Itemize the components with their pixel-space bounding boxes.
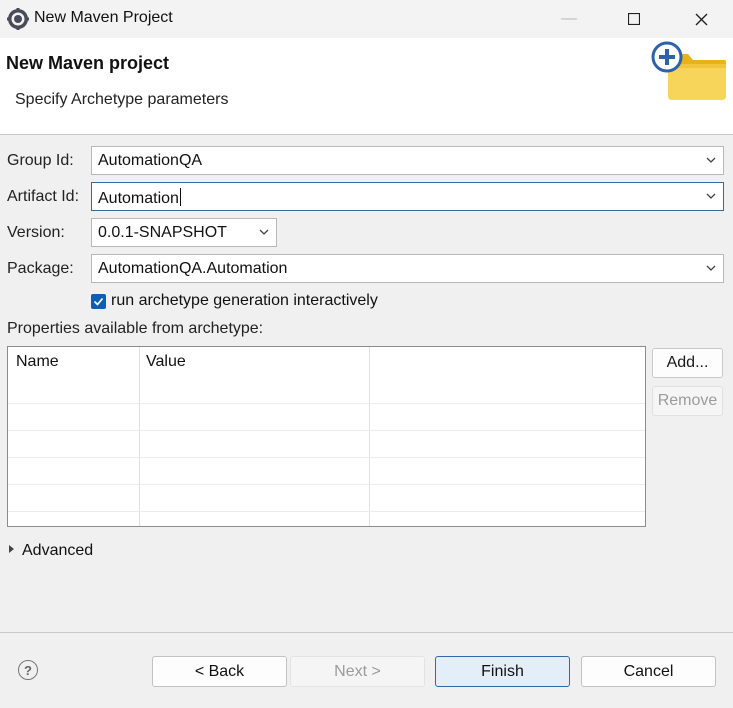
row-divider xyxy=(8,511,645,512)
properties-label: Properties available from archetype: xyxy=(7,320,264,337)
group-id-value: AutomationQA xyxy=(98,152,203,169)
add-button[interactable]: Add... xyxy=(652,348,723,378)
minimize-button[interactable]: — xyxy=(546,0,592,38)
column-header-value[interactable]: Value xyxy=(146,353,186,371)
text-caret xyxy=(179,188,181,206)
package-value: AutomationQA.Automation xyxy=(98,260,288,277)
group-id-combo[interactable]: AutomationQA xyxy=(91,146,724,175)
checkmark-icon xyxy=(93,297,104,306)
group-id-label: Group Id: xyxy=(7,152,74,169)
page-title: New Maven project xyxy=(6,53,170,73)
interactive-checkbox[interactable] xyxy=(91,294,106,309)
expand-triangle-icon xyxy=(9,545,14,553)
close-button[interactable] xyxy=(678,0,724,38)
chevron-down-icon xyxy=(706,157,716,163)
version-label: Version: xyxy=(7,224,65,241)
column-divider xyxy=(139,347,140,526)
next-button[interactable]: Next > xyxy=(290,656,425,687)
help-icon[interactable]: ? xyxy=(18,660,38,680)
artifact-id-value: Automation xyxy=(98,190,179,207)
cancel-button[interactable]: Cancel xyxy=(581,656,716,687)
advanced-label: Advanced xyxy=(22,542,94,559)
chevron-down-icon xyxy=(706,193,716,199)
new-folder-plus-icon xyxy=(651,41,726,100)
advanced-section-toggle[interactable]: Advanced xyxy=(9,542,93,560)
footer-divider xyxy=(0,632,733,633)
eclipse-gear-icon xyxy=(7,8,29,30)
artifact-id-combo[interactable]: Automation xyxy=(91,182,724,211)
row-divider xyxy=(8,403,645,404)
maximize-button[interactable] xyxy=(611,0,657,38)
package-combo[interactable]: AutomationQA.Automation xyxy=(91,254,724,283)
close-icon xyxy=(695,13,707,25)
wizard-header: New Maven project Specify Archetype para… xyxy=(0,38,733,135)
chevron-down-icon xyxy=(706,265,716,271)
row-divider xyxy=(8,430,645,431)
interactive-checkbox-label[interactable]: run archetype generation interactively xyxy=(111,292,378,310)
page-subtitle: Specify Archetype parameters xyxy=(15,91,229,108)
maximize-icon xyxy=(628,13,640,25)
version-value: 0.0.1-SNAPSHOT xyxy=(98,224,227,241)
back-button[interactable]: < Back xyxy=(152,656,287,687)
title-bar: New Maven Project — xyxy=(0,0,733,38)
remove-button[interactable]: Remove xyxy=(652,386,723,416)
column-divider xyxy=(369,347,370,526)
artifact-id-label: Artifact Id: xyxy=(7,188,80,205)
row-divider xyxy=(8,457,645,458)
column-header-name[interactable]: Name xyxy=(16,353,59,371)
package-label: Package: xyxy=(7,260,74,277)
version-combo[interactable]: 0.0.1-SNAPSHOT xyxy=(91,218,277,247)
chevron-down-icon xyxy=(259,229,269,235)
properties-table[interactable]: Name Value xyxy=(7,346,646,527)
row-divider xyxy=(8,484,645,485)
window-title: New Maven Project xyxy=(34,9,173,26)
finish-button[interactable]: Finish xyxy=(435,656,570,687)
